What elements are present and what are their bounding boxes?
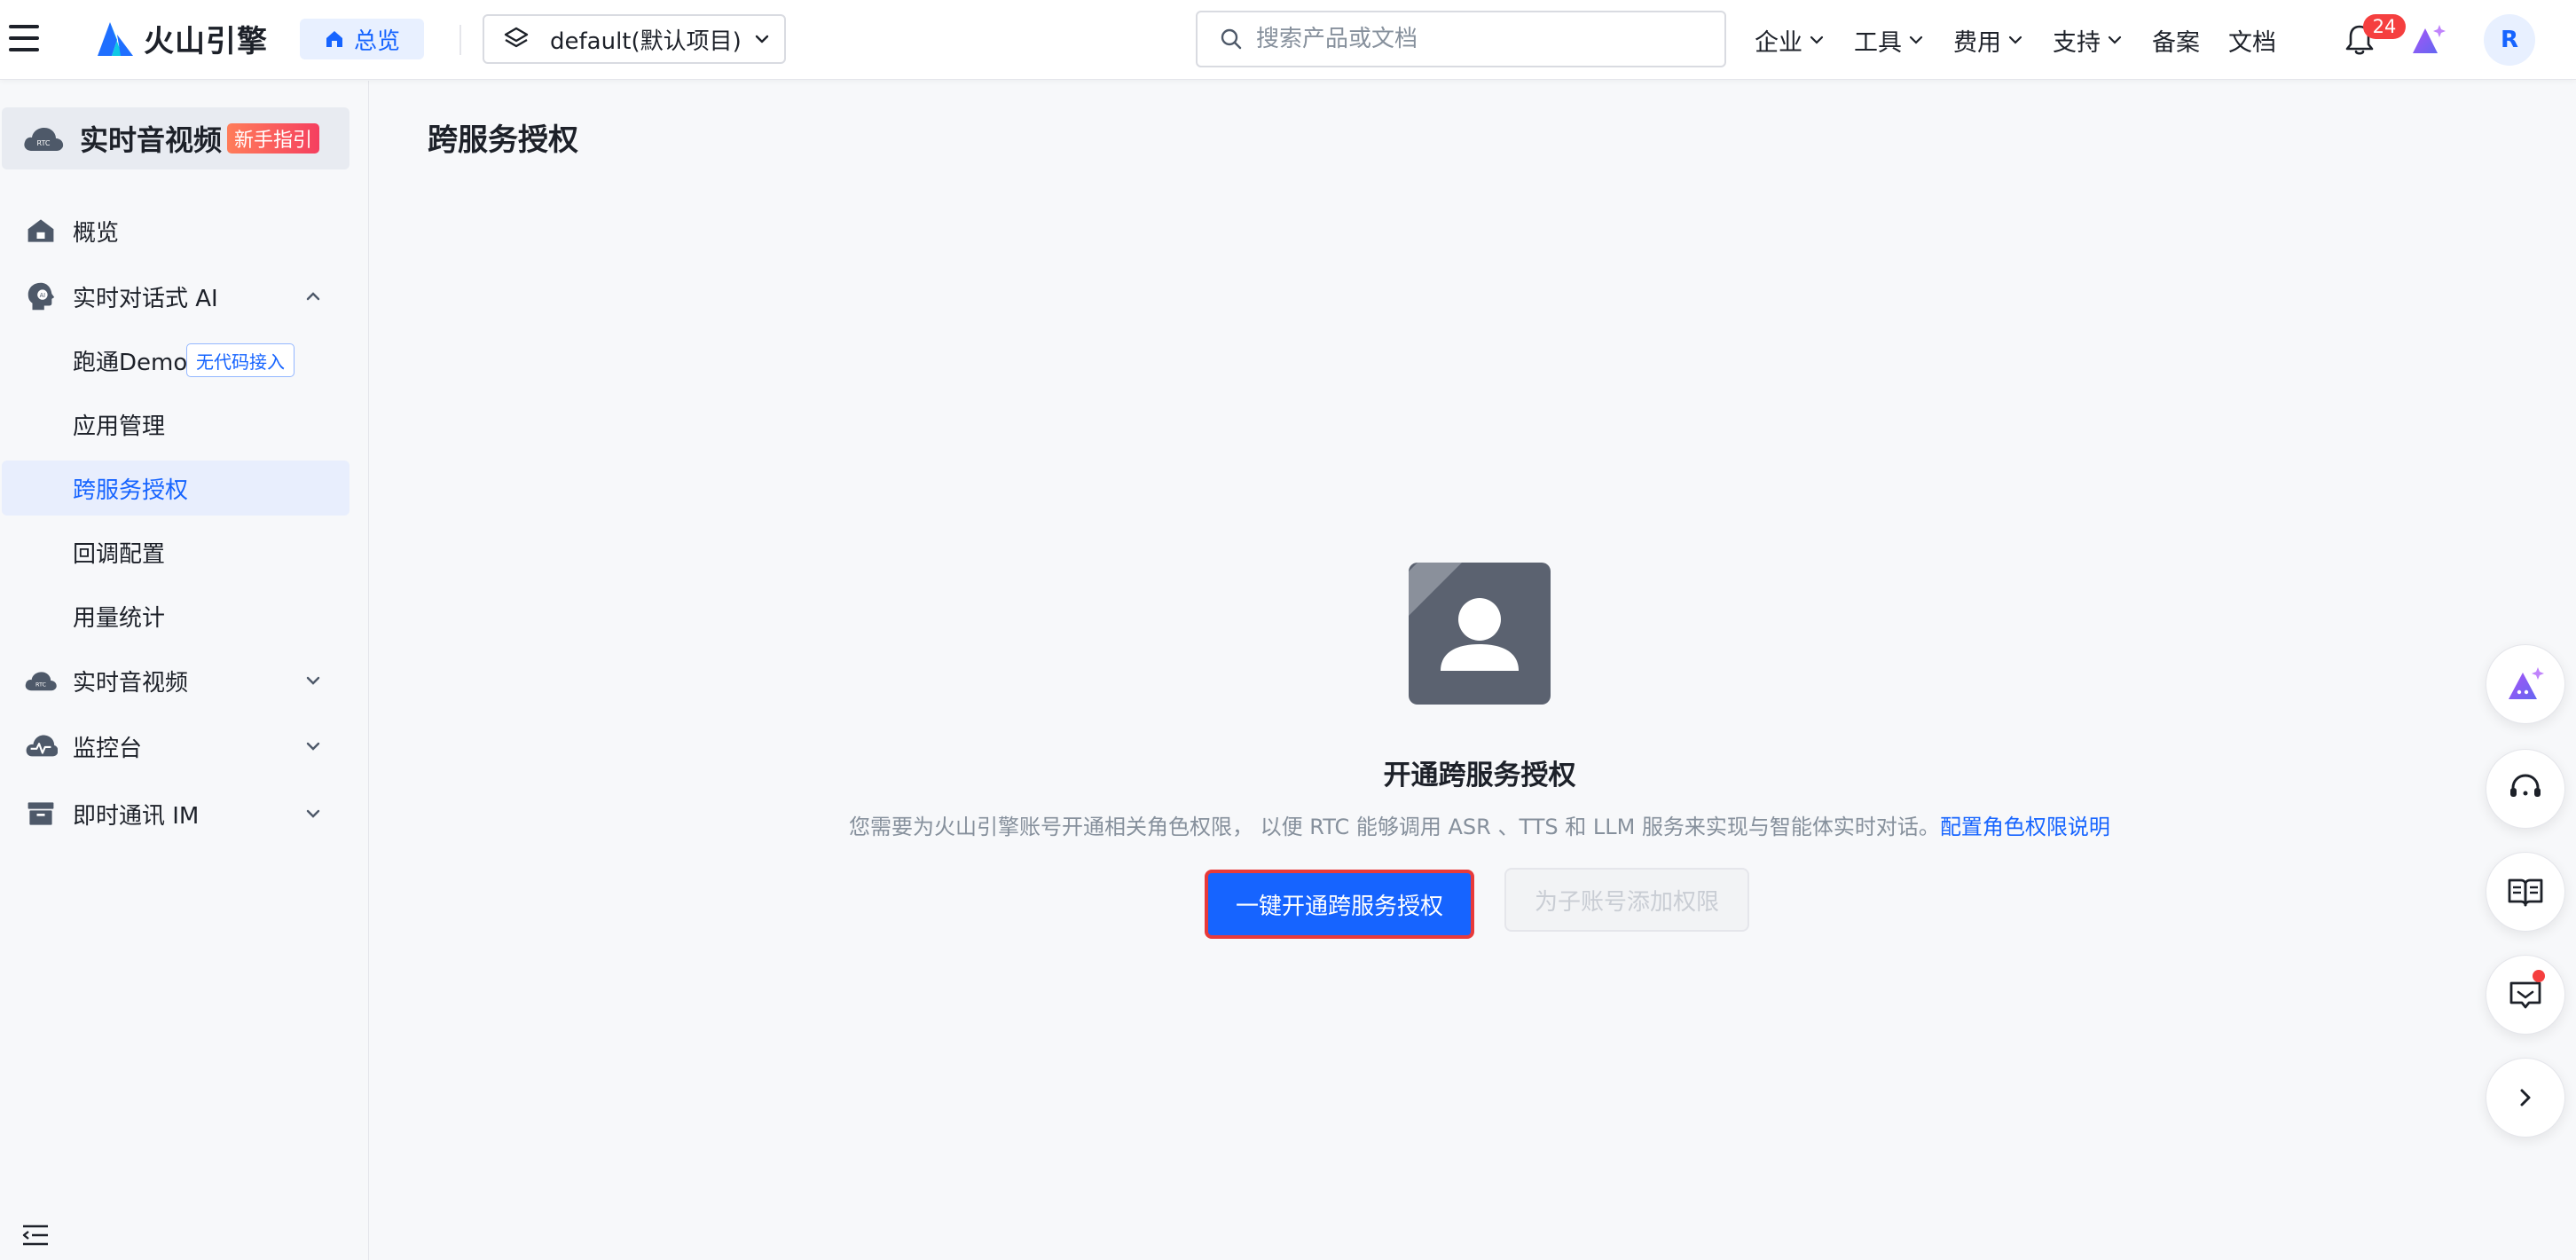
add-subaccount-permission-button[interactable]: 为子账号添加权限 — [1504, 868, 1749, 932]
nav-billing[interactable]: 费用 — [1953, 23, 2024, 58]
sidebar-item-label: 实时对话式 AI — [73, 285, 218, 312]
sidebar-item-usage-stats[interactable]: 用量统计 — [2, 588, 349, 643]
description-text: 您需要为火山引擎账号开通相关角色权限， 以便 RTC 能够调用 ASR 、TTS… — [849, 815, 1940, 839]
feedback-float-button[interactable] — [2486, 955, 2565, 1035]
chevron-down-icon — [2008, 35, 2022, 44]
archive-box-icon — [23, 796, 59, 831]
svg-text:RTC: RTC — [37, 139, 51, 147]
top-navigation-bar: 火山引擎 总览 default(默认项目) 企业 工具 — [0, 0, 2576, 80]
search-input[interactable] — [1256, 26, 1682, 52]
customer-service-float-button[interactable] — [2486, 749, 2565, 829]
beginner-guide-badge[interactable]: 新手指引 — [227, 123, 320, 154]
chevron-down-icon — [306, 742, 320, 751]
sidebar-item-label: 概览 — [73, 219, 120, 247]
sidebar-item-overview[interactable]: 概览 — [2, 203, 349, 258]
sidebar-item-label: 应用管理 — [73, 413, 166, 440]
no-code-badge: 无代码接入 — [186, 343, 295, 377]
product-header[interactable]: RTC 实时音视频 新手指引 — [2, 107, 349, 169]
home-icon — [326, 31, 342, 47]
nav-support[interactable]: 支持 — [2053, 23, 2124, 58]
menu-icon[interactable] — [9, 25, 39, 51]
role-permission-doc-link[interactable]: 配置角色权限说明 — [1940, 815, 2110, 839]
nav-docs[interactable]: 文档 — [2228, 23, 2276, 58]
overview-home-button[interactable]: 总览 — [300, 19, 424, 59]
sidebar-item-label: 监控台 — [73, 735, 143, 762]
chevron-down-icon — [2108, 35, 2122, 44]
brand-name: 火山引擎 — [144, 23, 268, 59]
svg-text:AI: AI — [40, 292, 46, 299]
project-selector[interactable]: default(默认项目) — [483, 14, 786, 64]
user-avatar[interactable]: R — [2484, 14, 2535, 66]
sidebar: RTC 实时音视频 新手指引 概览 AI 实时对话式 AI 跑通Demo 无代码… — [0, 81, 369, 1260]
sidebar-item-label: 即时通讯 IM — [73, 802, 200, 830]
sidebar-item-label: 跨服务授权 — [73, 476, 189, 504]
collapse-sidebar-icon[interactable] — [21, 1224, 50, 1247]
sidebar-item-rtc[interactable]: RTC 实时音视频 — [2, 653, 349, 708]
chevron-down-icon — [306, 809, 320, 818]
nav-enterprise[interactable]: 企业 — [1755, 23, 1826, 58]
nav-label: 备案 — [2152, 28, 2200, 57]
unread-dot — [2533, 970, 2545, 982]
product-title: 实时音视频 — [80, 123, 223, 157]
sidebar-item-app-management[interactable]: 应用管理 — [2, 397, 349, 452]
rtc-cloud-icon: RTC — [24, 128, 64, 151]
chevron-down-icon — [1810, 35, 1824, 44]
nav-label: 费用 — [1953, 28, 2001, 57]
svg-text:RTC: RTC — [35, 681, 47, 688]
notification-count-badge: 24 — [2363, 14, 2406, 39]
headset-icon — [2510, 774, 2541, 797]
nav-label: 工具 — [1854, 28, 1902, 57]
expand-float-button[interactable] — [2486, 1058, 2565, 1138]
chevron-down-icon — [306, 676, 320, 685]
sidebar-item-label: 用量统计 — [73, 604, 166, 632]
ai-assistant-float-button[interactable] — [2486, 644, 2565, 724]
sidebar-item-label: 回调配置 — [73, 540, 166, 568]
user-placeholder-icon — [1409, 563, 1551, 705]
chevron-up-icon — [306, 292, 320, 301]
sidebar-item-im[interactable]: 即时通讯 IM — [2, 786, 349, 841]
nav-label: 企业 — [1755, 28, 1802, 57]
layers-icon — [504, 27, 529, 48]
search-icon — [1221, 28, 1242, 50]
rtc-cloud-icon: RTC — [23, 663, 59, 698]
top-nav-menu: 企业 工具 费用 支持 备案 文档 — [1755, 20, 2305, 60]
sidebar-item-monitor[interactable]: 监控台 — [2, 719, 349, 774]
chevron-right-icon — [2520, 1089, 2531, 1106]
open-book-icon — [2508, 878, 2543, 907]
nav-tools[interactable]: 工具 — [1854, 23, 1925, 58]
empty-state-description: 您需要为火山引擎账号开通相关角色权限， 以便 RTC 能够调用 ASR 、TTS… — [816, 809, 2143, 840]
ai-assistant-icon — [2509, 667, 2544, 699]
enable-cross-service-auth-button[interactable]: 一键开通跨服务授权 — [1205, 870, 1474, 939]
sidebar-item-label: 跑通Demo — [73, 349, 188, 376]
divider — [459, 25, 461, 55]
documentation-float-button[interactable] — [2486, 852, 2565, 932]
nav-label: 支持 — [2053, 28, 2101, 57]
sidebar-item-callback-config[interactable]: 回调配置 — [2, 524, 349, 579]
volcano-logo-icon — [98, 22, 133, 56]
home-label: 总览 — [353, 28, 400, 55]
sidebar-item-run-demo[interactable]: 跑通Demo 无代码接入 — [2, 333, 349, 388]
chevron-down-icon — [1909, 35, 1923, 44]
empty-state-title: 开通跨服务授权 — [1383, 760, 1576, 791]
nav-filing[interactable]: 备案 — [2152, 23, 2200, 58]
sidebar-item-conversational-ai[interactable]: AI 实时对话式 AI — [2, 269, 349, 324]
house-icon — [23, 213, 59, 248]
nav-label: 文档 — [2228, 28, 2276, 57]
ai-head-icon: AI — [23, 279, 59, 314]
search-box[interactable] — [1196, 11, 1726, 67]
monitor-pulse-icon — [23, 728, 59, 764]
brand-logo[interactable]: 火山引擎 — [94, 14, 268, 62]
chevron-down-icon — [755, 35, 768, 43]
sidebar-item-label: 实时音视频 — [73, 669, 189, 697]
page-title: 跨服务授权 — [428, 122, 578, 158]
ai-assistant-icon[interactable] — [2409, 21, 2446, 57]
project-name: default(默认项目) — [550, 28, 742, 55]
sidebar-item-cross-service-auth[interactable]: 跨服务授权 — [2, 461, 349, 516]
